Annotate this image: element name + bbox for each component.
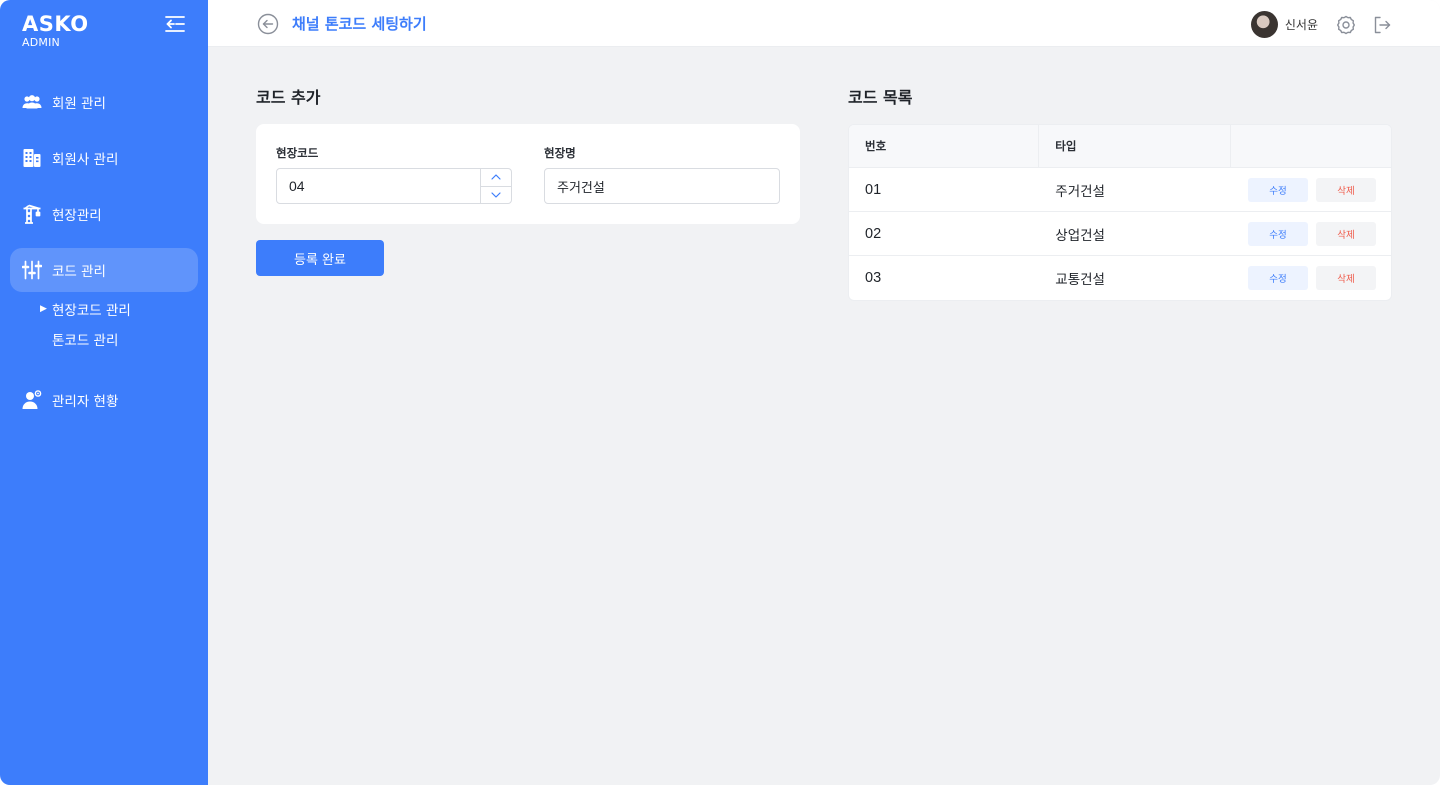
sidebar-subitem-tone-codes[interactable]: 톤코드 관리 <box>40 324 198 354</box>
site-code-field <box>276 168 512 204</box>
brand[interactable]: ASKO ADMIN <box>22 12 89 51</box>
user-name[interactable]: 신서윤 <box>1285 16 1318 33</box>
edit-button[interactable]: 수정 <box>1248 221 1308 246</box>
brand-logo: ASKO <box>22 12 89 36</box>
row-type: 주거건설 <box>1055 183 1105 200</box>
sidebar-item-companies[interactable]: 회원사 관리 <box>10 136 198 180</box>
column-header-type: 타입 <box>1039 125 1231 167</box>
sidebar-collapse-icon[interactable] <box>163 13 187 35</box>
sidebar-item-label: 관리자 현황 <box>52 394 119 410</box>
settings-gear-icon[interactable] <box>1336 15 1356 35</box>
site-code-stepper <box>480 169 511 203</box>
table-row: 02 상업건설 수정 삭제 <box>849 212 1391 256</box>
row-actions: 수정 삭제 <box>1231 256 1391 300</box>
sidebar-item-codes[interactable]: 코드 관리 <box>10 248 198 292</box>
site-code-input[interactable] <box>289 178 511 194</box>
sidebar-subitem-site-codes[interactable]: ▶ 현장코드 관리 <box>40 294 198 324</box>
add-code-title: 코드 추가 <box>256 88 321 107</box>
sidebar-subnav: ▶ 현장코드 관리 톤코드 관리 <box>10 292 198 354</box>
sidebar-item-label: 현장관리 <box>52 208 102 224</box>
site-name-input[interactable] <box>557 178 779 194</box>
row-number: 01 <box>865 181 882 198</box>
row-type: 교통건설 <box>1055 272 1105 288</box>
table-header: 번호 타입 <box>849 125 1391 168</box>
admin-user-icon <box>22 390 42 410</box>
sidebar-nav: 회원 관리 회원사 관리 현장관리 코드 관리 ▶ 현장코드 관리 톤코드 관리… <box>10 80 198 422</box>
row-number: 02 <box>865 225 882 242</box>
site-name-label: 현장명 <box>544 146 576 160</box>
app-frame: ASKO ADMIN 회원 관리 회원사 관리 현장관리 코드 관리 ▶ 현장코… <box>0 0 1440 785</box>
delete-button[interactable]: 삭제 <box>1316 266 1376 290</box>
edit-button[interactable]: 수정 <box>1248 177 1308 202</box>
logout-icon[interactable] <box>1372 15 1392 35</box>
sidebar: ASKO ADMIN 회원 관리 회원사 관리 현장관리 코드 관리 ▶ 현장코… <box>0 0 208 785</box>
page-title: 채널 톤코드 세팅하기 <box>292 15 427 33</box>
user-area: 신서윤 <box>1250 11 1392 38</box>
table-row: 01 주거건설 수정 삭제 <box>849 168 1391 212</box>
sidebar-item-admins[interactable]: 관리자 현황 <box>10 378 198 422</box>
site-code-label: 현장코드 <box>276 146 319 160</box>
sliders-icon <box>22 260 42 280</box>
sidebar-subitem-label: 톤코드 관리 <box>52 333 119 349</box>
sidebar-item-label: 회원 관리 <box>52 96 106 112</box>
submit-button[interactable]: 등록 완료 <box>256 240 384 276</box>
code-table: 번호 타입 01 주거건설 수정 삭제 02 상업건설 수정 삭제 03 교통건… <box>848 124 1392 301</box>
row-actions: 수정 삭제 <box>1231 212 1391 255</box>
sidebar-item-label: 코드 관리 <box>52 264 106 280</box>
avatar[interactable] <box>1250 11 1278 38</box>
caret-right-icon: ▶ <box>40 304 47 314</box>
top-bar: 채널 톤코드 세팅하기 신서윤 <box>208 0 1440 47</box>
row-number: 03 <box>865 270 882 286</box>
brand-subtitle: ADMIN <box>22 36 60 49</box>
column-header-number: 번호 <box>849 125 1040 167</box>
building-icon <box>22 148 42 168</box>
crane-icon <box>22 204 42 224</box>
sidebar-item-sites[interactable]: 현장관리 <box>10 192 198 236</box>
stepper-up-icon[interactable] <box>481 169 511 187</box>
stepper-down-icon[interactable] <box>481 187 511 204</box>
sidebar-subitem-label: 현장코드 관리 <box>52 303 131 319</box>
delete-button[interactable]: 삭제 <box>1316 221 1376 246</box>
column-header-actions <box>1231 125 1391 167</box>
sidebar-item-members[interactable]: 회원 관리 <box>10 80 198 124</box>
users-icon <box>22 92 42 112</box>
table-row: 03 교통건설 수정 삭제 <box>849 256 1391 300</box>
back-arrow-icon[interactable] <box>257 13 279 35</box>
row-type: 상업건설 <box>1055 227 1105 244</box>
site-name-field <box>544 168 780 204</box>
add-code-form: 현장코드 현장명 <box>256 124 800 224</box>
code-list-title: 코드 목록 <box>848 88 913 107</box>
sidebar-item-label: 회원사 관리 <box>52 152 119 168</box>
row-actions: 수정 삭제 <box>1231 168 1391 211</box>
edit-button[interactable]: 수정 <box>1248 266 1308 290</box>
delete-button[interactable]: 삭제 <box>1316 177 1376 202</box>
